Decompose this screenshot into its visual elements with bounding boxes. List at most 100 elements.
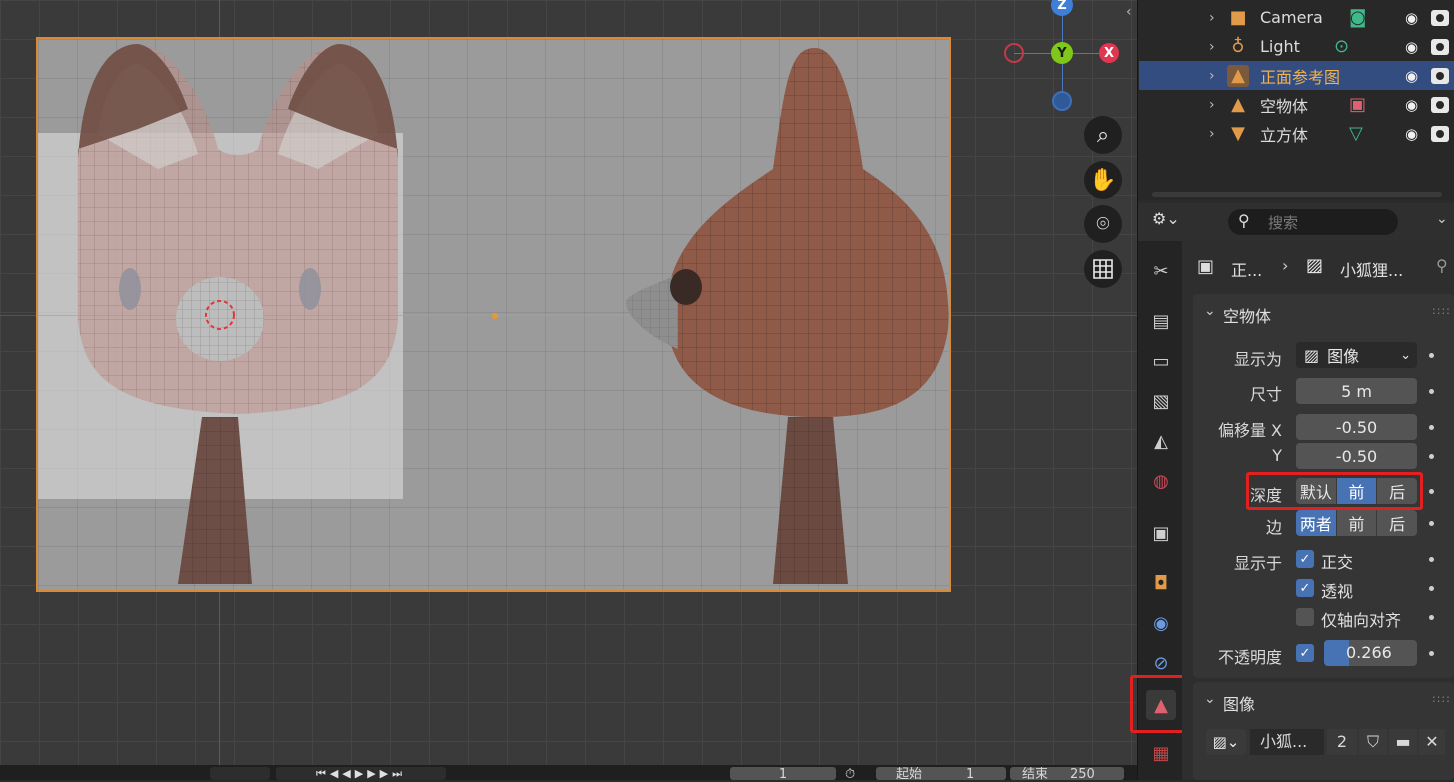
image-name-field[interactable]: 小狐... [1250, 729, 1324, 755]
eye-icon[interactable]: ◉ [1405, 38, 1418, 56]
camera-view-icon[interactable]: ⌾ [1084, 205, 1122, 243]
perspective-checkbox[interactable]: ✓ [1296, 579, 1314, 597]
side-option-front[interactable]: 前 [1336, 510, 1378, 536]
end-frame-field[interactable]: 结束 250 [1010, 767, 1124, 780]
properties-search-field[interactable]: ⚲ 搜索 [1228, 209, 1398, 235]
keyframe-dot[interactable] [1429, 557, 1434, 562]
side-option-back[interactable]: 后 [1377, 510, 1417, 536]
world-tab-icon[interactable]: ◍ [1146, 466, 1176, 496]
offset-x-field[interactable]: -0.50 [1296, 414, 1417, 440]
collection-tab-icon[interactable]: ▣ [1146, 518, 1176, 548]
gizmo-neg-z-axis[interactable] [1052, 91, 1072, 111]
eye-icon[interactable]: ◉ [1405, 67, 1418, 85]
panel-drag-handle-icon[interactable]: :::: [1432, 304, 1451, 317]
outliner-item-cube[interactable]: › ▼ 立方体 ▽ ◉ [1139, 119, 1454, 148]
display-as-dropdown[interactable]: ▨ 图像 ⌄ [1296, 342, 1417, 368]
pin-icon[interactable]: ⚲ [1436, 256, 1448, 275]
keyframe-dot[interactable] [1429, 454, 1434, 459]
keyframe-dot[interactable] [1429, 489, 1434, 494]
object-tab-icon[interactable]: ◘ [1146, 568, 1176, 598]
stopwatch-icon[interactable]: ⏱ [845, 767, 871, 782]
physics-tab-icon[interactable]: ◉ [1146, 608, 1176, 638]
expand-chevron-icon[interactable]: › [1209, 126, 1215, 142]
tool-tab-icon[interactable]: ✂ [1146, 256, 1176, 286]
outliner-item-light[interactable]: › ♁ Light ⊙ ◉ [1139, 32, 1454, 61]
playback-mode-icon[interactable] [210, 767, 270, 780]
expand-chevron-icon[interactable]: › [1209, 39, 1215, 55]
image-browse-icon[interactable]: ▨⌄ [1206, 729, 1246, 755]
offset-y-field[interactable]: -0.50 [1296, 443, 1417, 469]
unlink-close-icon[interactable]: ✕ [1419, 729, 1445, 755]
outliner-item-camera[interactable]: › ■ Camera ◙ ◉ [1139, 3, 1454, 32]
orthographic-checkbox[interactable]: ✓ [1296, 550, 1314, 568]
playback-controls[interactable]: ⏮◀◀▶▶▶⏭ [276, 767, 446, 780]
expand-chevron-icon[interactable]: › [1209, 97, 1215, 113]
render-camera-icon[interactable] [1431, 125, 1449, 142]
gizmo-x-axis[interactable]: X [1099, 43, 1119, 63]
image-users-count[interactable]: 2 [1327, 729, 1357, 755]
gizmo-neg-x-axis[interactable] [1004, 43, 1024, 63]
keyframe-dot[interactable] [1429, 389, 1434, 394]
gizmo-y-axis[interactable]: Y [1051, 42, 1073, 64]
image-data-icon[interactable]: ▣ [1349, 94, 1366, 115]
start-frame-field[interactable]: 起始 1 [876, 767, 1006, 780]
outliner-item-empty[interactable]: › ▲ 空物体 ▣ ◉ [1139, 90, 1454, 119]
view-layer-tab-icon[interactable]: ▧ [1146, 386, 1176, 416]
outliner-item-label: Camera [1260, 8, 1323, 27]
scene-tab-icon[interactable]: ◭ [1146, 426, 1176, 456]
current-frame-field[interactable]: 1 [730, 767, 836, 780]
orthographic-label: 正交 [1321, 553, 1354, 572]
keyframe-dot[interactable] [1429, 425, 1434, 430]
reference-image-empty[interactable] [36, 37, 951, 592]
eye-icon[interactable]: ◉ [1405, 125, 1418, 143]
collapse-arrow-icon[interactable]: ‹ [1126, 4, 1132, 20]
end-frame-label: 结束 [1022, 767, 1049, 780]
empty-panel-title[interactable]: 空物体 [1223, 303, 1271, 327]
camera-data-icon[interactable]: ◙ [1349, 7, 1366, 28]
opacity-checkbox[interactable]: ✓ [1296, 644, 1314, 662]
side-selector: 两者 前 后 [1296, 510, 1417, 536]
keyframe-dot[interactable] [1429, 586, 1434, 591]
breadcrumb-object: 正... [1231, 261, 1263, 280]
outliner-item-label: 正面参考图 [1260, 67, 1341, 87]
keyframe-dot[interactable] [1429, 353, 1434, 358]
image-panel-title[interactable]: 图像 [1223, 691, 1255, 715]
pan-hand-icon[interactable]: ✋ [1084, 161, 1122, 199]
keyframe-dot[interactable] [1429, 651, 1434, 656]
editor-type-icon[interactable]: ⚙⌄ [1152, 209, 1190, 235]
options-chevron-icon[interactable]: ⌄ [1436, 211, 1448, 227]
grid-ortho-icon[interactable] [1084, 250, 1122, 288]
mesh-data-icon[interactable]: ▽ [1349, 123, 1363, 144]
fake-user-shield-icon[interactable]: ⛉ [1359, 729, 1387, 755]
axis-aligned-label: 仅轴向对齐 [1321, 611, 1402, 630]
axis-aligned-checkbox[interactable] [1296, 608, 1314, 626]
render-camera-icon[interactable] [1431, 96, 1449, 113]
eye-icon[interactable]: ◉ [1405, 9, 1418, 27]
open-folder-icon[interactable]: ▬ [1389, 729, 1417, 755]
3d-viewport[interactable]: Z Y X ⌕ ✋ ⌾ [0, 0, 1137, 765]
expand-chevron-icon[interactable]: › [1209, 10, 1215, 26]
render-camera-icon[interactable] [1431, 38, 1449, 55]
light-icon: ♁ [1231, 36, 1245, 57]
keyframe-dot[interactable] [1429, 521, 1434, 526]
constraints-tab-icon[interactable]: ⊘ [1146, 648, 1176, 678]
zoom-icon[interactable]: ⌕ [1084, 116, 1122, 154]
outliner-scrollbar[interactable] [1152, 192, 1442, 197]
panel-drag-handle-icon[interactable]: :::: [1432, 692, 1451, 705]
panel-collapse-chevron-icon[interactable]: ⌄ [1204, 691, 1216, 707]
render-camera-icon[interactable] [1431, 67, 1449, 84]
expand-chevron-icon[interactable]: › [1209, 68, 1215, 84]
render-tab-icon[interactable]: ▤ [1146, 306, 1176, 336]
eye-icon[interactable]: ◉ [1405, 96, 1418, 114]
outliner-item-front-reference[interactable]: › ▲ 正面参考图 ◉ [1139, 61, 1454, 90]
side-option-both[interactable]: 两者 [1296, 510, 1337, 536]
light-data-icon[interactable]: ⊙ [1334, 36, 1349, 57]
output-tab-icon[interactable]: ▭ [1146, 346, 1176, 376]
size-field[interactable]: 5 m [1296, 378, 1417, 404]
opacity-slider[interactable]: 0.266 [1324, 640, 1417, 666]
gizmo-z-axis[interactable]: Z [1051, 0, 1073, 16]
panel-collapse-chevron-icon[interactable]: ⌄ [1204, 303, 1216, 319]
render-camera-icon[interactable] [1431, 9, 1449, 26]
keyframe-dot[interactable] [1429, 615, 1434, 620]
texture-tab-icon[interactable]: ▦ [1146, 738, 1176, 768]
